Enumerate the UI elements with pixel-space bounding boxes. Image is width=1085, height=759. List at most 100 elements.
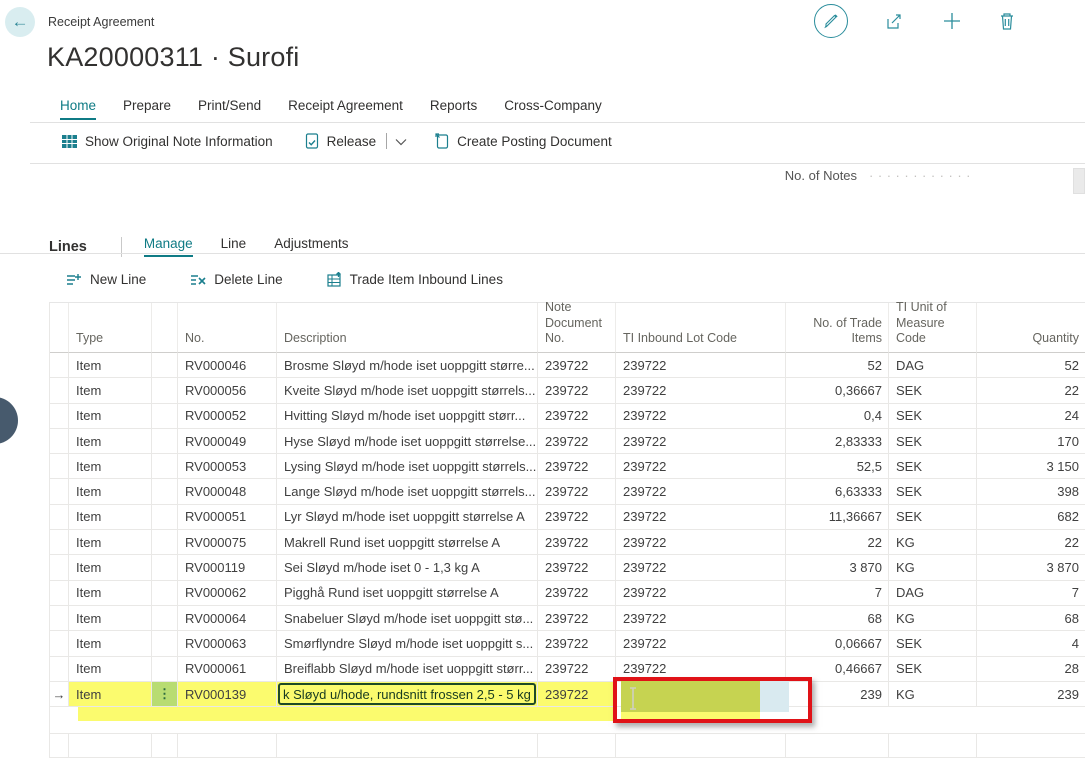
cell-menu[interactable]: [152, 378, 178, 403]
tab-home[interactable]: Home: [60, 98, 96, 120]
cell-no[interactable]: RV000048: [178, 479, 277, 504]
row-selector[interactable]: [50, 454, 69, 479]
description-edit-input[interactable]: k Sløyd u/hode, rundsnitt frossen 2,5 - …: [278, 683, 536, 705]
cell-quantity[interactable]: 22: [977, 378, 1085, 403]
cell-type[interactable]: Item: [69, 631, 152, 656]
cell-type[interactable]: Item: [69, 378, 152, 403]
back-button[interactable]: ←: [5, 7, 35, 37]
cell-menu[interactable]: [152, 631, 178, 656]
cell-no[interactable]: RV000062: [178, 581, 277, 606]
vertical-scrollbar-thumb[interactable]: [1073, 168, 1085, 194]
row-selector[interactable]: [50, 505, 69, 530]
cell-lot-code[interactable]: 239722: [616, 378, 786, 403]
cell-menu[interactable]: [152, 555, 178, 580]
cell-unit-code[interactable]: SEK: [889, 479, 977, 504]
cell-unit-code[interactable]: DAG: [889, 581, 977, 606]
cell-note-doc-no[interactable]: 239722: [538, 606, 616, 631]
cell-no[interactable]: RV000051: [178, 505, 277, 530]
row-selector[interactable]: [50, 631, 69, 656]
cell-menu[interactable]: [152, 404, 178, 429]
cell-menu[interactable]: [152, 479, 178, 504]
cell-lot-code[interactable]: 239722: [616, 353, 786, 378]
cell-quantity[interactable]: 52: [977, 353, 1085, 378]
cell-type[interactable]: Item: [69, 555, 152, 580]
cell-description[interactable]: Pigghå Rund iset uoppgitt størrelse A: [277, 581, 538, 606]
cell-menu[interactable]: [152, 454, 178, 479]
cell-quantity[interactable]: 28: [977, 657, 1085, 682]
cell-unit-code[interactable]: SEK: [889, 429, 977, 454]
col-header-description[interactable]: Description: [277, 303, 538, 353]
cell-trade-items[interactable]: 0,06667: [786, 631, 889, 656]
cell-trade-items[interactable]: 0,36667: [786, 378, 889, 403]
cell-trade-items[interactable]: 6,63333: [786, 479, 889, 504]
cell-description[interactable]: Makrell Rund iset uoppgitt størrelse A: [277, 530, 538, 555]
cell-lot-code[interactable]: 239722: [616, 631, 786, 656]
cell-note-doc-no[interactable]: 239722: [538, 530, 616, 555]
delete-trash-icon[interactable]: [999, 12, 1015, 30]
tab-cross-company[interactable]: Cross-Company: [504, 98, 602, 120]
show-original-note-button[interactable]: Show Original Note Information: [62, 134, 273, 149]
cell-quantity[interactable]: 4: [977, 631, 1085, 656]
cell-no[interactable]: RV000053: [178, 454, 277, 479]
cell-lot-code[interactable]: 239722: [616, 429, 786, 454]
col-header-note-doc-no[interactable]: Note Document No.: [538, 303, 616, 353]
col-header-type[interactable]: Type: [69, 303, 152, 353]
col-header-unit-code[interactable]: TI Unit of Measure Code: [889, 303, 977, 353]
cell-no[interactable]: RV000063: [178, 631, 277, 656]
cell-lot-code[interactable]: 239722: [616, 530, 786, 555]
cell-no[interactable]: RV000049: [178, 429, 277, 454]
cell-type[interactable]: Item: [69, 404, 152, 429]
create-posting-document-button[interactable]: Create Posting Document: [435, 133, 612, 149]
cell-lot-code[interactable]: 239722: [616, 505, 786, 530]
cell-note-doc-no[interactable]: 239722: [538, 657, 616, 682]
cell-quantity[interactable]: 7: [977, 581, 1085, 606]
cell-trade-items[interactable]: 52: [786, 353, 889, 378]
cell-quantity[interactable]: 170: [977, 429, 1085, 454]
cell-note-doc-no[interactable]: 239722: [538, 404, 616, 429]
tab-reports[interactable]: Reports: [430, 98, 477, 120]
cell-menu[interactable]: [152, 530, 178, 555]
cell-description[interactable]: Breiflabb Sløyd m/hode iset uoppgitt stø…: [277, 657, 538, 682]
cell-description[interactable]: Lyr Sløyd m/hode iset uoppgitt størrelse…: [277, 505, 538, 530]
cell-quantity[interactable]: 398: [977, 479, 1085, 504]
cell-unit-code[interactable]: KG: [889, 555, 977, 580]
cell-type[interactable]: Item: [69, 505, 152, 530]
row-selector[interactable]: [50, 657, 69, 682]
cell-type[interactable]: Item: [69, 682, 152, 707]
cell-quantity[interactable]: 68: [977, 606, 1085, 631]
col-header-quantity[interactable]: Quantity: [977, 303, 1085, 353]
cell-quantity[interactable]: 24: [977, 404, 1085, 429]
cell-trade-items[interactable]: 2,83333: [786, 429, 889, 454]
cell-note-doc-no[interactable]: 239722: [538, 479, 616, 504]
cell-trade-items[interactable]: 68: [786, 606, 889, 631]
row-selector[interactable]: [50, 479, 69, 504]
cell-no[interactable]: RV000056: [178, 378, 277, 403]
row-selector[interactable]: [50, 378, 69, 403]
cell-unit-code[interactable]: SEK: [889, 505, 977, 530]
cell-no[interactable]: RV000046: [178, 353, 277, 378]
share-icon[interactable]: [886, 13, 905, 30]
cell-note-doc-no[interactable]: 239722: [538, 378, 616, 403]
cell-trade-items[interactable]: 7: [786, 581, 889, 606]
row-selector[interactable]: [50, 581, 69, 606]
cell-no[interactable]: RV000119: [178, 555, 277, 580]
tab-print-send[interactable]: Print/Send: [198, 98, 261, 120]
cell-description[interactable]: Hyse Sløyd m/hode iset uoppgitt størrels…: [277, 429, 538, 454]
cell-description[interactable]: Sei Sløyd m/hode iset 0 - 1,3 kg A: [277, 555, 538, 580]
cell-unit-code[interactable]: SEK: [889, 454, 977, 479]
cell-no[interactable]: RV000075: [178, 530, 277, 555]
row-selector[interactable]: [50, 606, 69, 631]
cell-trade-items[interactable]: 11,36667: [786, 505, 889, 530]
side-panel-handle[interactable]: [0, 397, 18, 444]
cell-type[interactable]: Item: [69, 353, 152, 378]
cell-unit-code[interactable]: SEK: [889, 657, 977, 682]
cell-unit-code[interactable]: SEK: [889, 631, 977, 656]
release-button[interactable]: Release: [305, 133, 377, 149]
cell-unit-code[interactable]: DAG: [889, 353, 977, 378]
tab-prepare[interactable]: Prepare: [123, 98, 171, 120]
cell-note-doc-no[interactable]: 239722: [538, 682, 616, 707]
row-selector[interactable]: [50, 353, 69, 378]
cell-menu[interactable]: [152, 353, 178, 378]
release-dropdown-chevron[interactable]: [395, 134, 407, 149]
cell-description[interactable]: Snabeluer Sløyd m/hode iset uoppgitt stø…: [277, 606, 538, 631]
